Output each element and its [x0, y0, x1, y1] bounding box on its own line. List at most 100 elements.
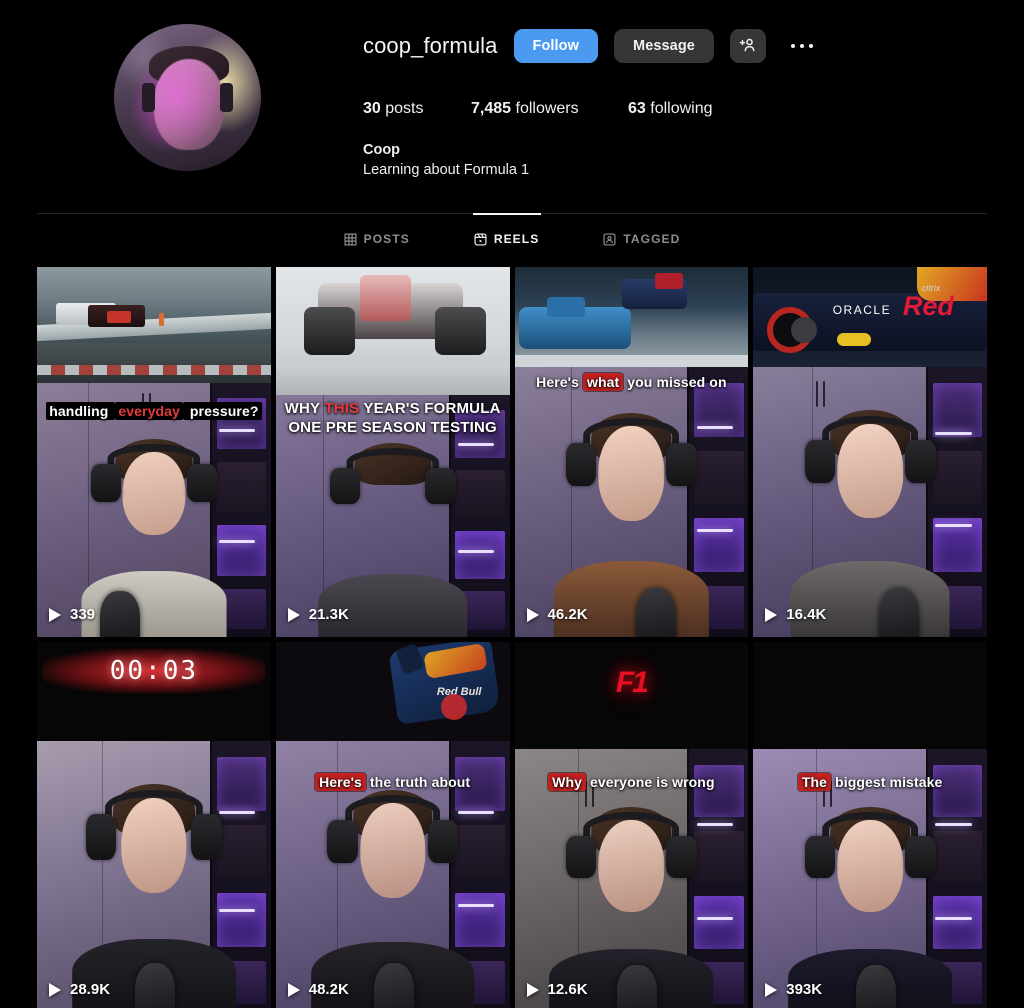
reel-tile-4[interactable]: Red ORACLE citrix 16.4K — [753, 267, 987, 637]
reel-thumbnail-1: handling everyday pressure? — [37, 267, 271, 637]
more-dot-3 — [808, 43, 814, 49]
play-count-5: 28.9K — [49, 981, 110, 998]
reel-tile-2[interactable]: WHY THIS YEAR'S FORMULA ONE PRE SEASON T… — [275, 267, 510, 637]
play-count-value-5: 28.9K — [70, 981, 111, 998]
celebration-footage-6: Red Bull — [275, 642, 510, 741]
studio-scene-4 — [753, 367, 987, 637]
add-person-icon — [739, 36, 757, 57]
play-count-value-1: 339 — [70, 606, 96, 623]
play-count-7: 12.6K — [526, 981, 588, 998]
reel-thumbnail-3: Here's what you missed on — [514, 267, 749, 637]
reel-caption-1: handling everyday pressure? — [37, 402, 271, 421]
timer-text: 00:03 — [109, 656, 199, 686]
follow-button[interactable]: Follow — [513, 29, 599, 63]
logo-footage-7: F1 — [514, 642, 749, 749]
avatar-image — [114, 24, 261, 171]
play-icon — [287, 982, 300, 997]
play-count-value-3: 46.2K — [547, 606, 588, 623]
play-icon — [287, 607, 300, 622]
play-count-1: 339 — [49, 606, 95, 623]
reel-caption-6: Here's the truth about — [276, 773, 510, 792]
play-icon — [765, 982, 778, 997]
reel-thumbnail-4: Red ORACLE citrix — [753, 267, 987, 637]
reels-grid: handling everyday pressure? 339 WHY THIS… — [37, 267, 987, 1008]
reel-caption-3: Here's what you missed on — [536, 373, 727, 391]
reel-caption-8: The biggest mistake — [753, 773, 987, 792]
reel-tile-3[interactable]: Here's what you missed on 46.2K — [514, 267, 749, 637]
race-footage-1 — [37, 267, 271, 383]
reel-caption-7: Why everyone is wrong — [515, 773, 749, 792]
reels-icon — [474, 232, 487, 246]
avatar[interactable] — [114, 24, 261, 171]
profile-meta: coop_formula Follow Message 30 posts 7,4… — [363, 26, 1003, 180]
tab-posts-label: POSTS — [363, 232, 410, 246]
followers-count: 7,485 — [471, 100, 512, 117]
profile-bio: Coop Learning about Formula 1 — [363, 140, 1003, 180]
play-count-value-2: 21.3K — [308, 606, 349, 623]
play-count-4: 16.4K — [765, 606, 826, 623]
play-icon — [526, 982, 539, 997]
tagged-icon — [603, 232, 616, 246]
grid-icon — [344, 232, 357, 246]
play-icon — [526, 607, 539, 622]
tab-tagged[interactable]: TAGGED — [571, 213, 712, 265]
reel-tile-8[interactable]: The biggest mistake 393K — [753, 642, 987, 1008]
profile-username: coop_formula — [363, 33, 498, 58]
play-count-6: 48.2K — [287, 981, 349, 998]
play-count-value-4: 16.4K — [786, 606, 827, 623]
play-count-2: 21.3K — [287, 606, 349, 623]
tab-posts[interactable]: POSTS — [312, 213, 442, 265]
reel-thumbnail-6: Red Bull Here's the truth about — [275, 642, 510, 1008]
avatar-headphone-left — [141, 82, 156, 113]
stat-posts[interactable]: 30 posts — [363, 100, 471, 118]
play-icon — [765, 607, 778, 622]
avatar-face — [153, 59, 225, 151]
studio-scene-3 — [514, 367, 749, 637]
avatar-headphone-right — [219, 82, 234, 113]
play-count-3: 46.2K — [526, 606, 588, 623]
tab-reels[interactable]: REELS — [442, 213, 572, 265]
stat-followers[interactable]: 7,485 followers — [471, 100, 628, 118]
following-label: following — [650, 100, 713, 117]
race-footage-2 — [275, 267, 510, 395]
profile-stats: 30 posts 7,485 followers 63 following — [363, 100, 1003, 118]
more-options-button[interactable] — [782, 29, 822, 63]
reel-thumbnail-5: 00:03 — [37, 642, 271, 1008]
tab-reels-label: REELS — [493, 232, 540, 246]
play-count-value-8: 393K — [786, 981, 823, 998]
stat-following[interactable]: 63 following — [628, 100, 713, 118]
profile-action-row: coop_formula Follow Message — [363, 26, 1003, 66]
reel-thumbnail-8: The biggest mistake — [753, 642, 987, 1008]
race-footage-3 — [514, 267, 749, 367]
reel-caption-2: WHY THIS YEAR'S FORMULA ONE PRE SEASON T… — [284, 400, 501, 436]
f1-logo: F1 — [615, 666, 649, 699]
play-count-8: 393K — [765, 981, 822, 998]
reel-tile-5[interactable]: 00:03 28.9K — [37, 642, 271, 1008]
profile-display-name: Coop — [363, 142, 401, 158]
followers-label: followers — [515, 100, 579, 117]
play-icon — [49, 607, 61, 622]
reel-tile-7[interactable]: F1 Why everyone is wrong 12.6K — [514, 642, 749, 1008]
tab-tagged-label: TAGGED — [623, 232, 681, 246]
studio-scene-5 — [37, 741, 271, 1008]
profile-header: coop_formula Follow Message 30 posts 7,4… — [0, 0, 1024, 214]
race-footage-4: Red ORACLE citrix — [753, 267, 987, 367]
dark-footage-8 — [753, 642, 987, 749]
message-button[interactable]: Message — [614, 29, 714, 63]
play-count-value-7: 12.6K — [547, 981, 588, 998]
posts-count: 30 — [363, 100, 381, 117]
following-count: 63 — [628, 100, 646, 117]
posts-label: posts — [385, 100, 424, 117]
reel-thumbnail-2: WHY THIS YEAR'S FORMULA ONE PRE SEASON T… — [275, 267, 510, 637]
profile-tabs: POSTS REELS TAGGED — [0, 213, 1024, 265]
studio-scene-1 — [37, 383, 271, 637]
reel-tile-1[interactable]: handling everyday pressure? 339 — [37, 267, 271, 637]
reel-thumbnail-7: F1 Why everyone is wrong — [514, 642, 749, 1008]
play-count-value-6: 48.2K — [308, 981, 349, 998]
more-dot-2 — [799, 43, 805, 49]
reel-tile-6[interactable]: Red Bull Here's the truth about 48.2K — [275, 642, 510, 1008]
play-icon — [49, 982, 61, 997]
more-dot-1 — [790, 43, 796, 49]
profile-bio-text: Learning about Formula 1 — [363, 162, 530, 178]
add-person-button[interactable] — [729, 29, 766, 63]
